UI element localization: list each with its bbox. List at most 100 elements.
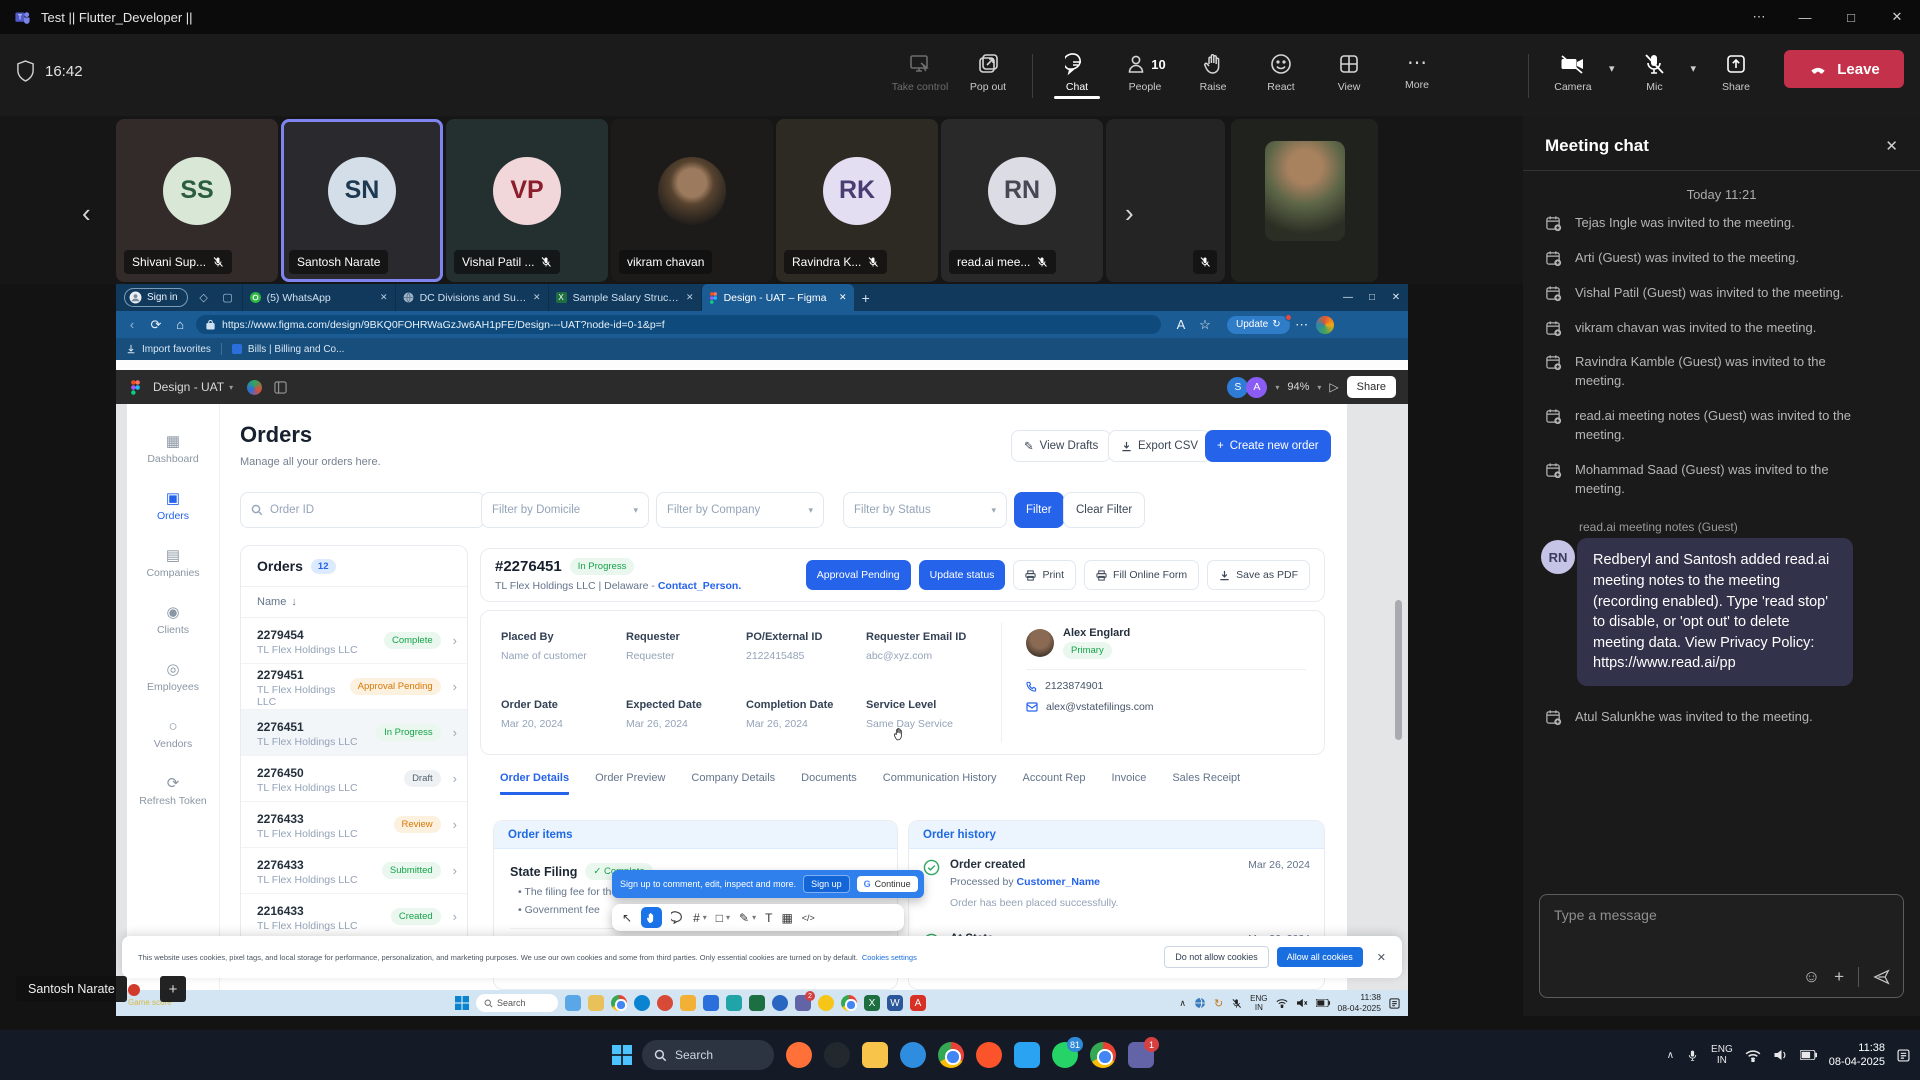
mic-options-chevron[interactable]: ▾ [1690, 62, 1696, 75]
app-icon[interactable] [824, 1042, 850, 1068]
filter-company-dropdown[interactable]: Filter by Company ▾ [656, 492, 824, 528]
pages-panel-icon[interactable] [274, 381, 287, 394]
address-bar[interactable]: https://www.figma.com/design/9BKQ0FOHRWa… [196, 315, 1161, 334]
comment-tool-icon[interactable] [671, 911, 684, 924]
print-button[interactable]: Print [1013, 560, 1076, 590]
dev-mode-icon[interactable]: </> [802, 913, 815, 923]
order-row[interactable]: 2276433TL Flex Holdings LLC Review › [241, 802, 467, 848]
sidebar-item-refresh-token[interactable]: ⟳ Refresh Token [127, 776, 219, 807]
tab-invoice[interactable]: Invoice [1111, 772, 1146, 795]
excel-icon[interactable] [749, 995, 765, 1011]
volume-icon[interactable] [1773, 1049, 1788, 1061]
excel-icon[interactable]: X [864, 995, 880, 1011]
leave-button[interactable]: Leave [1784, 50, 1904, 88]
lang-bottom[interactable]: IN [1717, 1055, 1727, 1066]
sidebar-item-orders[interactable]: ▣ Orders [127, 491, 219, 522]
new-tab-button[interactable]: + [862, 290, 870, 306]
favorites-star-icon[interactable]: ☆ [1193, 317, 1217, 333]
mail-icon[interactable] [703, 995, 719, 1011]
chat-message-input[interactable] [1540, 895, 1903, 955]
order-row[interactable]: 2279454TL Flex Holdings LLC Complete › [241, 618, 467, 664]
chrome-icon[interactable] [611, 995, 627, 1011]
browser-signin-button[interactable]: Sign in [124, 288, 188, 307]
move-tool-icon[interactable]: ↖ [622, 911, 632, 925]
browser-minimize-button[interactable]: — [1336, 292, 1360, 303]
column-name[interactable]: Name [257, 596, 286, 608]
filter-button[interactable]: Filter [1014, 492, 1064, 528]
mic-tray-icon[interactable] [1686, 1049, 1699, 1062]
tab-order-details[interactable]: Order Details [500, 772, 569, 795]
app-icon[interactable] [772, 995, 788, 1011]
pop-out-button[interactable]: Pop out [954, 42, 1022, 93]
google-continue-button[interactable]: G Continue [857, 876, 918, 892]
resources-tool-icon[interactable]: ▦ [781, 911, 792, 925]
present-icon[interactable]: ▷ [1329, 380, 1338, 394]
tab-account-rep[interactable]: Account Rep [1023, 772, 1086, 795]
browser-tab[interactable]: DC Divisions and Surroundings ✕ [395, 284, 548, 311]
tray-expand-icon[interactable]: ∧ [1179, 998, 1186, 1009]
view-drafts-button[interactable]: ✎ View Drafts [1011, 430, 1111, 462]
view-button[interactable]: View [1315, 42, 1383, 93]
shape-tool-chevron[interactable]: ▾ [726, 913, 730, 922]
shared-search-box[interactable]: Search [476, 994, 558, 1012]
vscode-icon[interactable] [1014, 1042, 1040, 1068]
strip-prev-button[interactable]: ‹ [82, 198, 91, 229]
wifi-tray-icon[interactable] [1276, 998, 1288, 1008]
bookmark-label[interactable]: Bills | Billing and Co... [248, 344, 345, 355]
teams-icon[interactable]: 2 [795, 995, 811, 1011]
browser-tab[interactable]: X Sample Salary Structure with calc ✕ [548, 284, 701, 311]
read-aloud-icon[interactable]: A [1169, 317, 1193, 332]
start-icon[interactable] [455, 996, 469, 1010]
shared-lang-bottom[interactable]: IN [1255, 1003, 1263, 1012]
participant-tile-video[interactable]: vikram chavan [611, 119, 773, 282]
approval-pending-button[interactable]: Approval Pending [806, 560, 911, 590]
chrome-icon[interactable] [938, 1042, 964, 1068]
order-row-selected[interactable]: 2276451TL Flex Holdings LLC In Progress … [241, 710, 467, 756]
tab-actions-icon[interactable]: ▢ [220, 291, 236, 304]
participant-tile-partial[interactable] [1106, 119, 1225, 282]
notification-icon[interactable] [1897, 1049, 1910, 1062]
hand-tool-icon[interactable] [641, 907, 662, 928]
file-menu-chevron[interactable]: ▾ [229, 383, 233, 392]
contact-person-link[interactable]: Contact_Person. [658, 580, 741, 592]
cookie-close-icon[interactable]: ✕ [1377, 951, 1386, 964]
tab-company-details[interactable]: Company Details [691, 772, 775, 795]
order-id-search[interactable] [240, 492, 485, 528]
tab-communication-history[interactable]: Communication History [883, 772, 997, 795]
browser-maximize-button[interactable]: □ [1360, 292, 1384, 303]
window-more-button[interactable]: ⋯ [1736, 0, 1782, 34]
shared-time[interactable]: 11:38 [1360, 992, 1381, 1002]
order-row[interactable]: 2279451TL Flex Holdings LLC Approval Pen… [241, 664, 467, 710]
send-icon[interactable] [1873, 968, 1891, 986]
file-explorer-icon[interactable] [862, 1042, 888, 1068]
browser-close-button[interactable]: ✕ [1384, 292, 1408, 303]
chat-close-icon[interactable]: ✕ [1885, 137, 1898, 155]
import-favorites-label[interactable]: Import favorites [142, 344, 211, 355]
figma-share-button[interactable]: Share [1347, 376, 1396, 398]
order-id-input[interactable] [270, 504, 440, 516]
tab-close-icon[interactable]: ✕ [380, 292, 388, 303]
sidebar-item-companies[interactable]: ▤ Companies [127, 548, 219, 579]
share-button[interactable]: Share [1702, 42, 1770, 93]
word-icon[interactable]: W [887, 995, 903, 1011]
tab-order-preview[interactable]: Order Preview [595, 772, 665, 795]
browser-tab-active[interactable]: Design - UAT – Figma ✕ [701, 284, 854, 311]
tab-sales-receipt[interactable]: Sales Receipt [1172, 772, 1240, 795]
order-row[interactable]: 2276433TL Flex Holdings LLC Submitted › [241, 848, 467, 894]
app-icon[interactable] [657, 995, 673, 1011]
window-maximize-button[interactable]: □ [1828, 0, 1874, 34]
camera-button[interactable]: Camera [1539, 42, 1607, 93]
presenter-add-button[interactable]: + [160, 976, 186, 1002]
collaborator-avatar[interactable]: A [1246, 377, 1267, 398]
shared-lang-top[interactable]: ENG [1250, 994, 1267, 1003]
pen-tool-icon[interactable]: ✎ [739, 911, 749, 925]
tab-documents[interactable]: Documents [801, 772, 857, 795]
strip-next-button[interactable]: › [1125, 198, 1134, 229]
taskbar-search-box[interactable]: Search [642, 1040, 774, 1070]
figma-menu-icon[interactable] [130, 380, 141, 395]
browser-menu-icon[interactable]: ⋯ [1290, 317, 1314, 333]
notification-tray-icon[interactable] [1389, 998, 1400, 1009]
back-icon[interactable]: ‹ [120, 317, 144, 332]
battery-tray-icon[interactable] [1316, 999, 1330, 1007]
allow-cookies-button[interactable]: Allow all cookies [1277, 947, 1363, 967]
